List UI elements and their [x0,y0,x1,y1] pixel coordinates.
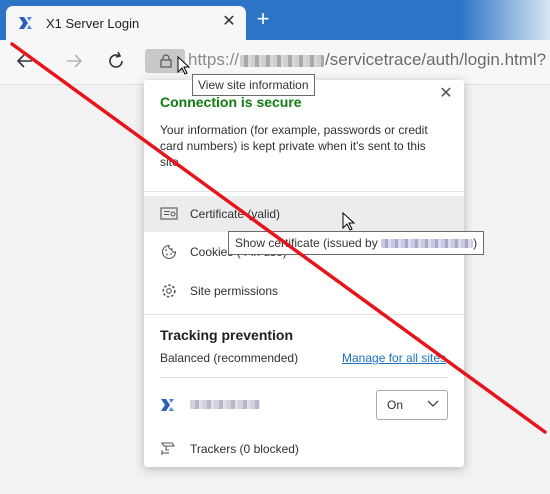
tracking-toggle-value: On [387,398,404,412]
tab-title: X1 Server Login [46,16,140,31]
divider [144,191,464,192]
certificate-row[interactable]: Certificate (valid) [144,196,464,232]
site-permissions-label: Site permissions [190,284,279,298]
certificate-icon [160,207,178,220]
url-scheme: https:// [188,50,240,69]
tracking-prevention-title: Tracking prevention [160,327,294,343]
mouse-cursor-icon [342,212,356,231]
refresh-icon[interactable] [104,49,128,73]
tab-strip: X1 Server Login ✕ + [0,0,550,40]
x1-favicon-icon [161,399,174,411]
active-tab[interactable]: X1 Server Login ✕ [6,6,246,40]
certificate-tooltip-prefix: Show certificate (issued by [235,236,382,250]
site-name-redacted [190,400,260,409]
connection-description: Your information (for example, passwords… [160,123,428,169]
tab-close-icon[interactable]: ✕ [220,13,238,31]
camera-tracker-icon [160,442,176,455]
x1-favicon-icon [19,17,32,29]
certificate-label: Certificate (valid) [190,207,281,221]
issuer-redacted [381,239,474,249]
divider [160,377,448,378]
close-icon[interactable]: ✕ [436,84,456,104]
mouse-cursor-icon [177,56,191,75]
connection-status-title: Connection is secure [160,94,302,110]
address-bar[interactable]: https:// /servicetrace/auth/login.html? [188,50,546,70]
divider [144,314,464,315]
lock-icon [160,54,172,68]
url-host-redacted [240,54,325,67]
tracking-level: Balanced (recommended) [160,351,299,365]
certificate-tooltip: Show certificate (issued by ) [228,231,485,255]
manage-all-sites-link[interactable]: Manage for all sites [342,351,446,365]
site-info-flyout: ✕ Connection is secure Your information … [144,80,464,467]
forward-arrow-icon[interactable] [62,49,86,73]
trackers-row[interactable]: Trackers (0 blocked) [190,442,299,456]
site-permissions-row[interactable]: Site permissions [144,273,464,309]
chevron-down-icon [427,400,439,407]
cookie-icon [161,244,177,260]
new-tab-button[interactable]: + [253,8,273,30]
url-path: /servicetrace/auth/login.html? [325,50,547,69]
gear-icon [162,284,176,298]
certificate-tooltip-suffix: ) [473,236,478,250]
tab-strip-fade [460,0,550,40]
site-info-tooltip: View site information [192,74,315,96]
tracking-toggle-select[interactable]: On [376,390,448,420]
back-arrow-icon[interactable] [13,49,37,73]
